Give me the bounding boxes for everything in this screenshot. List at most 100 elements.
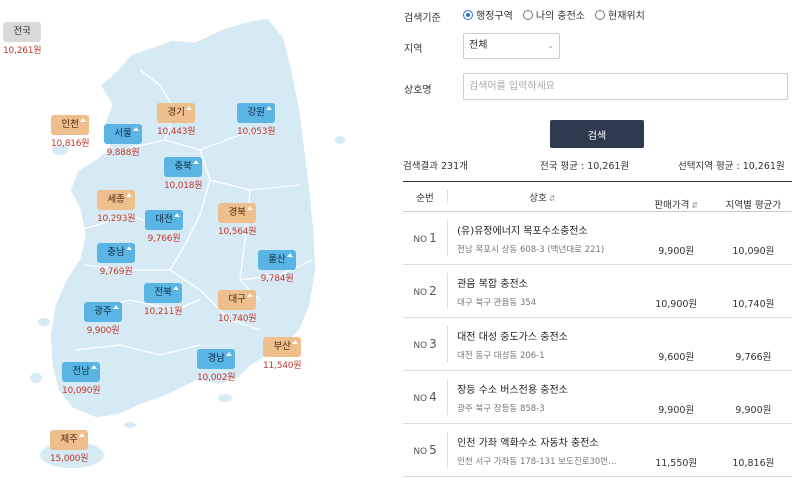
region-label: 대구 xyxy=(218,290,257,310)
region-label: 강원 xyxy=(237,103,276,123)
station-address: 광주 북구 장등동 858-3 xyxy=(457,403,545,414)
table-row[interactable]: NO 3 대전 대성 중도가스 충전소대전 동구 대성동 206-1 9,600원… xyxy=(403,317,792,371)
name-search-input[interactable] xyxy=(463,73,788,100)
station-address: 대구 북구 관음동 354 xyxy=(457,297,537,308)
region-select-value: 전체 xyxy=(469,40,488,51)
row-price: 9,900원 xyxy=(637,370,715,424)
radio-admin-region[interactable]: 행정구역 xyxy=(463,7,513,22)
result-table: 순번 상호 ⇵ 판매가격 ⇵ 지역별 평균가 NO 1 (유)유정에너지 목포수소충전… xyxy=(403,181,792,477)
search-panel: 검색기준 행정구역 나의 충전소 현재위치 지역 전체 ⌄ 상호명 검색 검색결… xyxy=(400,0,795,480)
region-price: 10,211원 xyxy=(144,307,183,317)
region-gyeongnam[interactable]: 경남 10,002원 xyxy=(197,346,236,383)
row-price: 10,900원 xyxy=(637,264,715,318)
region-gyeonggi[interactable]: 경기 10,443원 xyxy=(157,100,196,137)
region-label: 경남 xyxy=(197,349,236,369)
radio-current-location[interactable]: 현재위치 xyxy=(595,7,645,22)
result-count: 검색결과 231개 xyxy=(403,161,468,172)
station-address: 대전 동구 대성동 206-1 xyxy=(457,350,545,361)
table-row[interactable]: NO 4 장등 수소 버스전용 충전소 광주 북구 장등동 858-3 9,900원… xyxy=(403,370,792,424)
region-sejong[interactable]: 세종 10,293원 xyxy=(97,187,136,224)
region-select[interactable]: 전체 ⌄ xyxy=(463,33,560,59)
region-busan[interactable]: 부산 11,540원 xyxy=(263,334,302,371)
radio-my-station[interactable]: 나의 충전소 xyxy=(522,7,585,22)
region-price: 10,816원 xyxy=(51,139,90,149)
region-label: 인천 xyxy=(51,115,90,135)
name-label: 상호명 xyxy=(404,85,432,96)
map-island-ulleung xyxy=(335,136,345,144)
region-chungnam[interactable]: 충남 9,769원 xyxy=(97,240,135,277)
map-panel: 전국 10,261원 인천 10,816원 서울 9,888원 경기 10,443원 강… xyxy=(0,0,390,480)
region-label: 대전 xyxy=(145,210,183,230)
region-jeonnam[interactable]: 전남 10,090원 xyxy=(62,359,101,396)
region-daejeon[interactable]: 대전 9,766원 xyxy=(145,207,183,244)
region-price: 10,090원 xyxy=(62,386,101,396)
search-button[interactable]: 검색 xyxy=(550,120,644,148)
map-island-4 xyxy=(124,422,136,428)
row-price: 9,900원 xyxy=(637,211,715,265)
region-price: 9,766원 xyxy=(147,234,181,244)
region-jeju[interactable]: 제주 15,000원 xyxy=(50,427,89,464)
region-ulsan[interactable]: 울산 9,784원 xyxy=(258,247,296,284)
station-name[interactable]: 인천 가좌 액화수소 자동차 충전소 xyxy=(457,434,637,449)
chevron-down-icon: ⌄ xyxy=(547,41,554,50)
page: 전국 10,261원 인천 10,816원 서울 9,888원 경기 10,443원 강… xyxy=(0,0,795,480)
region-label: 충남 xyxy=(97,243,135,263)
row-station: 장등 수소 버스전용 충전소광주 북구 장등동 858-3 xyxy=(447,370,638,424)
station-name[interactable]: 대전 대성 중도가스 충전소 xyxy=(457,328,637,343)
table-row[interactable]: NO 2 관음 복합 충전소 대구 북구 관음동 354 10,900원 10,74… xyxy=(403,264,792,318)
map-island-2 xyxy=(38,318,50,326)
station-name[interactable]: 관음 복합 충전소 xyxy=(457,275,637,290)
row-price: 11,550원 xyxy=(637,423,715,477)
region-daegu[interactable]: 대구 10,740원 xyxy=(218,287,257,324)
table-row[interactable]: NO 5 인천 가좌 액화수소 자동차 충전소 인천 서구 가좌동 178-131 … xyxy=(403,423,792,477)
station-name[interactable]: (유)유정에너지 목포수소충전소 xyxy=(457,222,637,237)
radio-label: 행정구역 xyxy=(476,11,513,22)
region-seoul[interactable]: 서울 9,888원 xyxy=(104,121,142,158)
region-gyeongbuk[interactable]: 경북 10,564원 xyxy=(218,200,257,237)
region-chungbuk[interactable]: 충북 10,018원 xyxy=(164,154,203,191)
region-label: 전북 xyxy=(144,283,183,303)
row-region-avg: 9,766원 xyxy=(714,317,792,371)
region-label: 광주 xyxy=(84,302,122,322)
region-label: 제주 xyxy=(50,430,89,450)
region-incheon[interactable]: 인천 10,816원 xyxy=(51,112,90,149)
region-price: 10,002원 xyxy=(197,373,236,383)
row-no: NO 3 xyxy=(403,317,448,371)
region-jeonbuk[interactable]: 전북 10,211원 xyxy=(144,280,183,317)
row-region-avg: 10,090원 xyxy=(714,211,792,265)
region-label: 울산 xyxy=(258,250,296,270)
row-station: 관음 복합 충전소대구 북구 관음동 354 xyxy=(447,264,638,318)
region-price: 9,900원 xyxy=(86,326,120,336)
header-price[interactable]: 판매가격 ⇵ xyxy=(637,181,715,212)
region-price: 10,053원 xyxy=(237,127,276,137)
row-region-avg: 10,816원 xyxy=(714,423,792,477)
region-national[interactable]: 전국 10,261원 xyxy=(3,19,42,56)
map-island-5 xyxy=(218,394,232,402)
region-label: 경기 xyxy=(157,103,196,123)
row-price: 9,600원 xyxy=(637,317,715,371)
station-name[interactable]: 장등 수소 버스전용 충전소 xyxy=(457,381,637,396)
korea-map xyxy=(30,17,345,468)
radio-label: 나의 충전소 xyxy=(535,11,585,22)
region-gangwon[interactable]: 강원 10,053원 xyxy=(237,100,276,137)
region-gwangju[interactable]: 광주 9,900원 xyxy=(84,299,122,336)
region-label: 부산 xyxy=(263,337,302,357)
table-row[interactable]: NO 1 (유)유정에너지 목포수소충전소 전남 목포시 상동 608-3 (백년대… xyxy=(403,211,792,265)
sort-icon: ⇵ xyxy=(548,193,556,203)
region-price: 11,540원 xyxy=(263,361,302,371)
region-label: 전국 xyxy=(3,22,42,42)
region-price: 9,769원 xyxy=(99,267,133,277)
region-price: 10,564원 xyxy=(218,227,257,237)
header-no: 순번 xyxy=(403,181,448,212)
region-label: 전남 xyxy=(62,362,101,382)
header-name[interactable]: 상호 ⇵ xyxy=(447,181,638,212)
national-average: 전국 평균 : 10,261원 xyxy=(540,161,630,172)
region-price: 10,740원 xyxy=(218,314,257,324)
row-station: (유)유정에너지 목포수소충전소전남 목포시 상동 608-3 (백년대로 22… xyxy=(447,211,638,265)
region-price: 9,888원 xyxy=(106,148,140,158)
criteria-radio-group: 행정구역 나의 충전소 현재위치 xyxy=(463,7,645,22)
station-address: 전남 목포시 상동 608-3 (백년대로 221) xyxy=(457,244,605,255)
criteria-label: 검색기준 xyxy=(404,13,441,24)
region-label: 지역 xyxy=(404,44,423,55)
region-label: 충북 xyxy=(164,157,203,177)
